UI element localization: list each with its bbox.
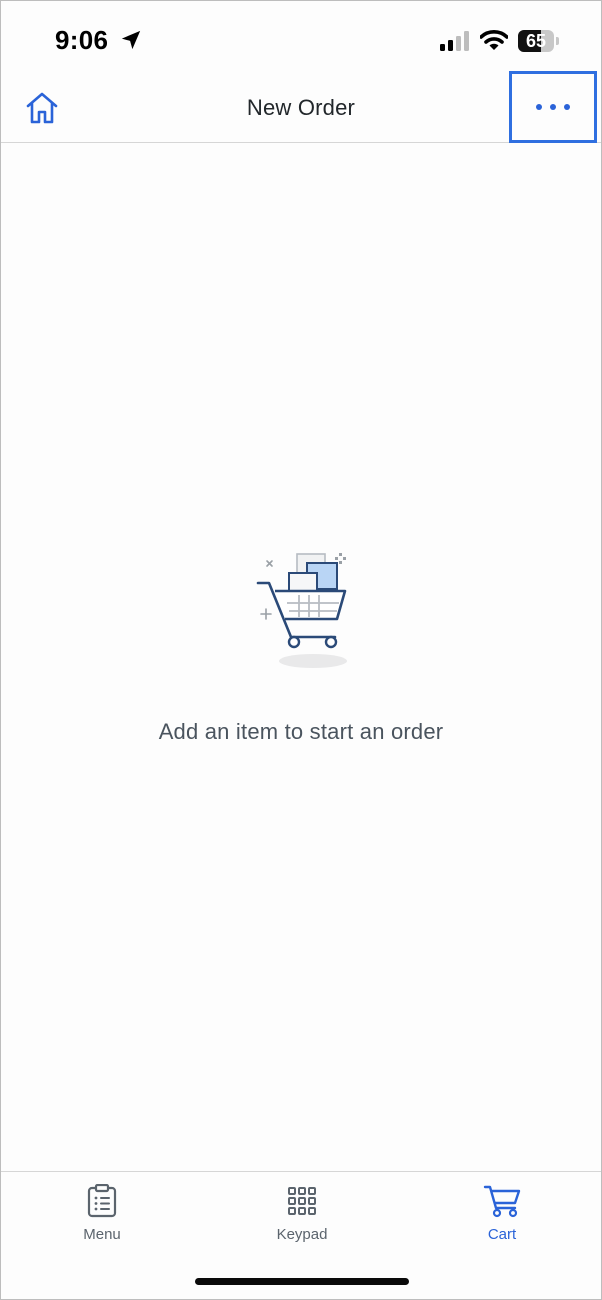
status-bar: 9:06 65 xyxy=(1,1,601,73)
keypad-grid-icon xyxy=(288,1187,316,1215)
clipboard-list-icon xyxy=(87,1184,117,1218)
dot xyxy=(564,104,570,110)
tab-label: Menu xyxy=(83,1226,121,1243)
cellular-signal-icon xyxy=(440,31,469,51)
more-options-icon xyxy=(536,104,570,110)
nav-header: New Order xyxy=(1,71,601,143)
dot xyxy=(536,104,542,110)
shopping-cart-illustration xyxy=(256,553,347,668)
status-time: 9:06 xyxy=(55,25,109,55)
battery-cap xyxy=(556,37,559,45)
tab-menu[interactable]: Menu xyxy=(42,1184,162,1254)
tab-cart[interactable]: Cart xyxy=(442,1184,562,1254)
cart-icon xyxy=(483,1185,521,1218)
location-arrow-icon xyxy=(121,30,141,50)
tab-label: Keypad xyxy=(276,1226,328,1243)
app-screen: 9:06 65 New Order Add an item to start a… xyxy=(0,0,602,1300)
wifi-icon xyxy=(480,30,508,50)
tab-label: Cart xyxy=(487,1226,517,1243)
more-options-button[interactable] xyxy=(509,71,597,143)
battery-icon: 65 xyxy=(518,30,554,52)
battery-level: 65 xyxy=(525,31,547,51)
empty-state-message: Add an item to start an order xyxy=(158,719,444,744)
tab-keypad[interactable]: Keypad xyxy=(242,1184,362,1254)
dot xyxy=(550,104,556,110)
home-indicator[interactable] xyxy=(195,1278,409,1285)
